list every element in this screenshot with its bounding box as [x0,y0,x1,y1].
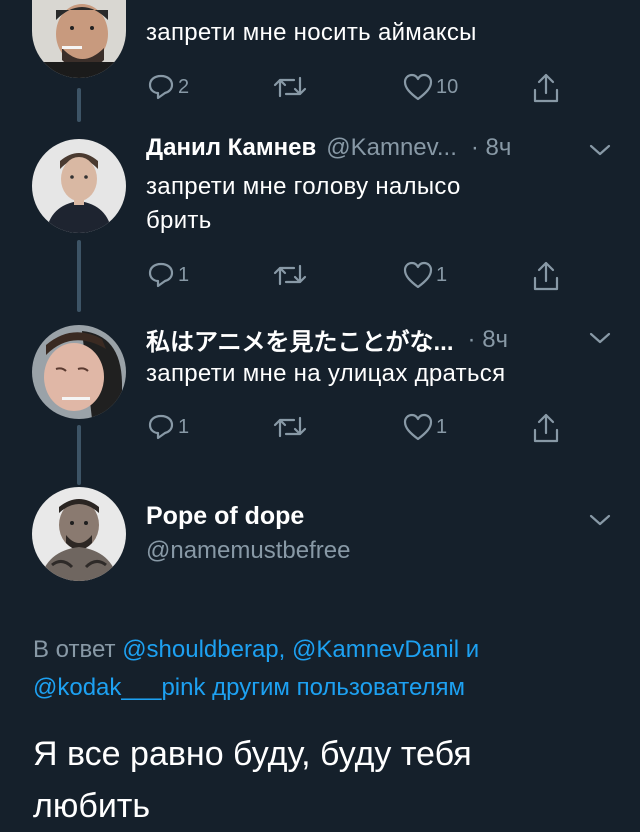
like-count: 10 [436,75,459,98]
display-name[interactable]: 私はアニメを見たことがな... [146,322,454,357]
chevron-down-icon [589,514,611,526]
mention-link[interactable]: @KamnevDanil [292,636,459,663]
like-count: 1 [436,415,448,438]
reply-conjunction: и [465,636,480,663]
tweet-text: запрети мне на улицах драться [146,360,506,387]
tweet-header: 私はアニメを見たことがな... · 8ч [146,322,508,357]
tweet-text: запрети мне носить аймаксы [146,19,477,46]
display-name[interactable]: Данил Камнев [146,134,316,162]
share-icon [533,261,559,291]
reply-button[interactable]: 2 [146,72,189,102]
mention-link[interactable]: @shouldberap, [122,636,285,663]
thread-line [77,88,81,122]
mention-link[interactable]: @kodak___pink [33,674,205,701]
retweet-icon [273,76,307,98]
share-icon [533,73,559,103]
tweet-menu-button[interactable] [588,330,612,351]
tweet-text: запрети мне голову налысо брить [146,170,461,238]
reply-count: 1 [178,415,190,438]
share-button[interactable] [531,412,561,444]
tweet-actions: 1 1 [146,412,566,446]
avatar[interactable] [32,139,126,233]
like-button[interactable]: 1 [402,412,447,442]
reply-icon [148,74,174,100]
reply-count: 2 [178,75,190,98]
reply-context: В ответ @shouldberap, @KamnevDanil и @ko… [33,631,623,707]
like-icon [403,261,433,289]
share-button[interactable] [531,72,561,104]
chevron-down-icon [589,144,611,156]
reply-button[interactable]: 1 [146,260,189,290]
tweet-time[interactable]: · 8ч [468,326,509,354]
like-button[interactable]: 10 [402,72,458,102]
reply-icon [148,414,174,440]
tweet-actions: 1 1 [146,260,566,294]
avatar[interactable] [32,325,126,419]
main-tweet-text: Я все равно буду, буду тебя любить [33,728,623,832]
avatar[interactable] [32,0,126,78]
reply-button[interactable]: 1 [146,412,189,442]
thread-line [77,240,81,312]
like-button[interactable]: 1 [402,260,447,290]
others-link[interactable]: другим пользователям [212,674,465,701]
like-icon [403,73,433,101]
tweet-text-line: запрети мне голову налысо [146,173,461,200]
tweet-actions: 2 10 [146,72,566,106]
avatar[interactable] [32,487,126,581]
retweet-button[interactable] [272,72,308,102]
main-tweet-text-line: Я все равно буду, буду тебя [33,735,472,773]
reply-prefix: В ответ [33,636,116,663]
user-handle[interactable]: @Kamnev... [326,134,457,162]
thread-line [77,425,81,485]
reply-icon [148,262,174,288]
tweet-menu-button[interactable] [588,142,612,163]
tweet-header: Данил Камнев @Kamnev... · 8ч [146,134,511,162]
user-handle[interactable]: @namemustbefree [146,537,350,565]
retweet-button[interactable] [272,260,308,290]
chevron-down-icon [589,332,611,344]
tweet-time[interactable]: · 8ч [471,134,512,162]
share-button[interactable] [531,260,561,292]
like-count: 1 [436,263,448,286]
tweet-menu-button[interactable] [588,512,612,533]
retweet-icon [273,416,307,438]
tweet-text-line: брить [146,207,212,234]
display-name[interactable]: Pope of dope [146,502,304,531]
retweet-button[interactable] [272,412,308,442]
retweet-icon [273,264,307,286]
share-icon [533,413,559,443]
main-tweet-text-line: любить [33,787,151,825]
like-icon [403,413,433,441]
reply-count: 1 [178,263,190,286]
